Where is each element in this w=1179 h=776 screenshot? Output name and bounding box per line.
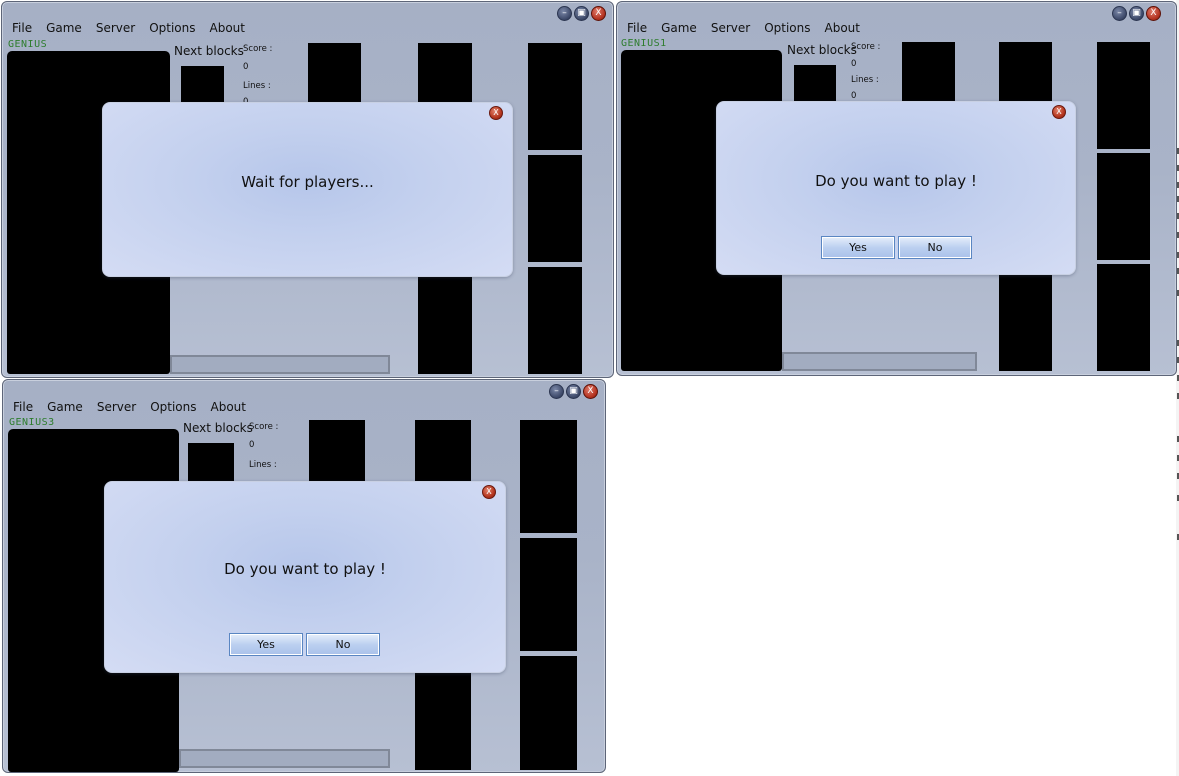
window-controls: – ▣ X <box>557 6 606 21</box>
menu-about[interactable]: About <box>211 400 246 414</box>
menu-about[interactable]: About <box>210 21 245 35</box>
menu-options[interactable]: Options <box>149 21 195 35</box>
play-dialog: X Do you want to play ! Yes No <box>716 101 1076 275</box>
menu-file[interactable]: File <box>627 21 647 35</box>
player-name: GENIUS <box>8 39 48 50</box>
close-button[interactable]: X <box>591 6 606 21</box>
opponent-board <box>1097 264 1150 371</box>
lines-value: 0 <box>851 91 857 101</box>
menu-game[interactable]: Game <box>47 400 83 414</box>
opponent-board <box>308 43 361 105</box>
score-value: 0 <box>851 59 857 69</box>
next-block-preview <box>181 66 224 106</box>
dialog-close-button[interactable]: X <box>482 485 496 499</box>
window-controls: – ▣ X <box>549 384 598 399</box>
next-blocks-label: Next blocks <box>183 421 253 435</box>
menu-server[interactable]: Server <box>96 21 135 35</box>
player-name: GENIUS1 <box>621 38 667 49</box>
minimize-button[interactable]: – <box>549 384 564 399</box>
no-button[interactable]: No <box>306 633 380 656</box>
menu-game[interactable]: Game <box>661 21 697 35</box>
score-value: 0 <box>243 62 249 72</box>
menu-file[interactable]: File <box>12 21 32 35</box>
close-button[interactable]: X <box>583 384 598 399</box>
dialog-close-button[interactable]: X <box>1052 105 1066 119</box>
lines-label: Lines : <box>243 81 271 91</box>
next-blocks-label: Next blocks <box>174 44 244 58</box>
menu-game[interactable]: Game <box>46 21 82 35</box>
score-value: 0 <box>249 440 255 450</box>
menu-bar: File Game Server Options About <box>12 21 259 35</box>
menu-file[interactable]: File <box>13 400 33 414</box>
opponent-board <box>520 420 577 533</box>
menu-options[interactable]: Options <box>764 21 810 35</box>
score-label: Score : <box>243 44 273 54</box>
progress-bar <box>179 749 390 768</box>
opponent-board <box>1097 42 1150 149</box>
player-name: GENIUS3 <box>9 417 55 428</box>
minimize-button[interactable]: – <box>557 6 572 21</box>
wait-dialog: X Wait for players... <box>102 102 513 277</box>
no-button[interactable]: No <box>898 236 972 259</box>
lines-label: Lines : <box>851 75 879 85</box>
next-blocks-label: Next blocks <box>787 43 857 57</box>
opponent-board <box>520 538 577 651</box>
dialog-message: Do you want to play ! <box>815 172 977 190</box>
opponent-board <box>528 155 582 262</box>
opponent-board <box>528 43 582 150</box>
opponent-board <box>309 420 365 482</box>
maximize-button[interactable]: ▣ <box>566 384 581 399</box>
menu-bar: File Game Server Options About <box>627 21 874 35</box>
next-block-preview <box>188 443 234 483</box>
progress-bar <box>170 355 390 374</box>
menu-about[interactable]: About <box>825 21 860 35</box>
menu-options[interactable]: Options <box>150 400 196 414</box>
opponent-board <box>528 267 582 374</box>
dialog-message: Wait for players... <box>241 173 374 191</box>
menu-server[interactable]: Server <box>97 400 136 414</box>
opponent-board <box>1097 153 1150 260</box>
maximize-button[interactable]: ▣ <box>574 6 589 21</box>
play-dialog: X Do you want to play ! Yes No <box>104 481 506 673</box>
desktop: – ▣ X File Game Server Options About GEN… <box>0 0 1179 776</box>
yes-button[interactable]: Yes <box>229 633 303 656</box>
opponent-board <box>520 656 577 770</box>
progress-bar <box>782 352 977 371</box>
maximize-button[interactable]: ▣ <box>1129 6 1144 21</box>
game-window-genius1: – ▣ X File Game Server Options About GEN… <box>616 1 1177 376</box>
game-window-genius3: – ▣ X File Game Server Options About GEN… <box>2 379 606 773</box>
opponent-board <box>902 42 955 104</box>
menu-bar: File Game Server Options About <box>13 400 260 414</box>
lines-label: Lines : <box>249 460 277 470</box>
minimize-button[interactable]: – <box>1112 6 1127 21</box>
yes-button[interactable]: Yes <box>821 236 895 259</box>
next-block-preview <box>794 65 836 105</box>
score-label: Score : <box>249 422 279 432</box>
dialog-message: Do you want to play ! <box>224 560 386 578</box>
score-label: Score : <box>851 42 881 52</box>
menu-server[interactable]: Server <box>711 21 750 35</box>
close-button[interactable]: X <box>1146 6 1161 21</box>
window-controls: – ▣ X <box>1112 6 1161 21</box>
game-window-genius: – ▣ X File Game Server Options About GEN… <box>1 1 614 378</box>
dialog-close-button[interactable]: X <box>489 106 503 120</box>
